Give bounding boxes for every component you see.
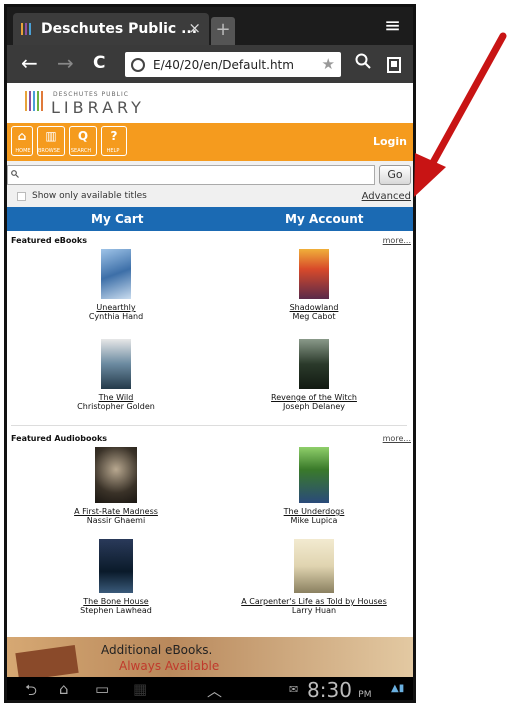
up-chevron-icon[interactable]: ︿ [207,680,222,700]
book-title[interactable]: The Underdogs [229,507,399,516]
search-label: SEARCH [70,148,92,154]
book-author: Nassir Ghaemi [86,516,146,525]
back-icon[interactable]: ← [21,51,38,75]
site-toolbar: ⌂ HOME ▥ BROWSE Q SEARCH ? HELP Login [7,123,413,161]
address-bar: ← → C E/40/20/en/Default.htm ★ [7,45,413,83]
home-nav-icon[interactable]: ⌂ [59,680,69,698]
search-button[interactable]: Q SEARCH [69,126,97,156]
browser-tab-strip: Deschutes Public ... × + ≡ [7,7,413,45]
login-link[interactable]: Login [373,135,407,148]
book-cover[interactable] [299,447,329,503]
book-title[interactable]: Unearthly [31,303,201,312]
book-title[interactable]: Shadowland [229,303,399,312]
advanced-search-link[interactable]: Advanced [362,191,411,202]
signal-icon: ▲▮ [391,683,405,694]
book-author: Christopher Golden [77,402,155,411]
system-nav-bar: ⮌ ⌂ ▭ ▦ ︿ ✉ 8:30 PM ▲▮ [7,677,413,702]
bookmark-star-icon[interactable]: ★ [322,55,335,73]
logo-subtitle: DESCHUTES PUBLIC [53,91,129,98]
book-author: Joseph Delaney [283,402,345,411]
recent-apps-icon[interactable]: ▭ [95,680,109,698]
book-icon: ▥ [45,129,57,143]
help-button[interactable]: ? HELP [101,126,127,156]
book-author: Meg Cabot [292,312,336,321]
book-author: Mike Lupica [290,516,338,525]
my-cart-link[interactable]: My Cart [91,212,144,226]
featured-audiobooks-title: Featured Audiobooks [11,434,108,443]
forward-icon[interactable]: → [57,51,74,75]
available-only-label: Show only available titles [32,191,147,201]
book-tile[interactable]: The Underdogs Mike Lupica [229,447,399,525]
book-tile[interactable]: A Carpenter's Life as Told by Houses Lar… [229,539,399,615]
email-icon: ✉ [289,683,299,696]
library-logo-icon [25,91,43,111]
library-favicon-icon [21,23,31,35]
tablet-screen: Deschutes Public ... × + ≡ ← → C E/40/20… [4,4,416,703]
library-header: DESCHUTES PUBLIC LIBRARY [7,83,413,123]
book-title[interactable]: A First-Rate Madness [31,507,201,516]
bookmarks-icon[interactable] [387,54,401,78]
url-text: E/40/20/en/Default.htm [153,57,294,72]
checkbox[interactable] [17,191,26,201]
section-divider [11,425,407,426]
book-tile[interactable]: Shadowland Meg Cabot [229,249,399,321]
question-icon: ? [110,129,118,143]
ebooks-more-link[interactable]: more... [383,236,411,245]
book-author: Cynthia Hand [88,312,144,321]
book-tile[interactable]: Unearthly Cynthia Hand [31,249,201,321]
back-nav-icon[interactable]: ⮌ [25,680,37,700]
book-title[interactable]: A Carpenter's Life as Told by Houses [229,597,399,606]
magnifier-icon: Q [77,129,89,143]
book-cover[interactable] [101,249,131,299]
book-tile[interactable]: Revenge of the Witch Joseph Delaney [229,339,399,411]
book-cover[interactable] [95,447,137,503]
book-cover[interactable] [99,539,133,593]
screenshot-icon[interactable]: ▦ [133,680,147,698]
book-author: Larry Huan [291,606,337,615]
search-input[interactable] [7,165,375,185]
book-author: Stephen Lawhead [80,606,152,615]
book-cover[interactable] [294,539,334,593]
clock-time: 8:30 [307,678,352,702]
featured-ebooks-title: Featured eBooks [11,236,87,245]
book-cover[interactable] [299,339,329,389]
available-only-toggle[interactable]: Show only available titles [17,191,147,201]
book-tile[interactable]: The Wild Christopher Golden [31,339,201,411]
new-tab-button[interactable]: + [211,17,235,45]
logo-title: LIBRARY [51,98,145,117]
reload-icon[interactable]: C [93,53,105,73]
book-title[interactable]: The Wild [31,393,201,402]
help-label: HELP [106,148,120,154]
promo-line1: Additional eBooks. [101,643,213,657]
account-bar: My Cart My Account [7,207,413,231]
browse-label: BROWSE [37,148,61,154]
menu-icon[interactable]: ≡ [384,13,401,37]
browse-button[interactable]: ▥ BROWSE [37,126,65,156]
home-icon: ⌂ [17,129,27,143]
url-field[interactable]: E/40/20/en/Default.htm ★ [125,52,341,77]
books-image [15,644,79,682]
home-button[interactable]: ⌂ HOME [11,126,33,156]
promo-banner[interactable]: Additional eBooks. Always Available [7,637,413,682]
clock: 8:30 PM [307,678,372,702]
browser-tab[interactable]: Deschutes Public ... × [13,13,209,45]
search-field-icon [11,170,19,181]
search-icon[interactable] [355,53,371,73]
audiobooks-more-link[interactable]: more... [383,434,411,443]
book-title[interactable]: The Bone House [31,597,201,606]
promo-line2: Always Available [119,659,220,673]
globe-icon [131,57,145,72]
tab-close-icon[interactable]: × [188,19,201,37]
my-account-link[interactable]: My Account [285,212,364,226]
book-title[interactable]: Revenge of the Witch [229,393,399,402]
book-tile[interactable]: A First-Rate Madness Nassir Ghaemi [31,447,201,525]
clock-ampm: PM [358,690,372,700]
book-cover[interactable] [299,249,329,299]
book-cover[interactable] [101,339,131,389]
book-tile[interactable]: The Bone House Stephen Lawhead [31,539,201,615]
search-area: Go Show only available titles Advanced [7,161,413,207]
tab-title: Deschutes Public ... [41,21,198,37]
go-button[interactable]: Go [379,165,411,185]
